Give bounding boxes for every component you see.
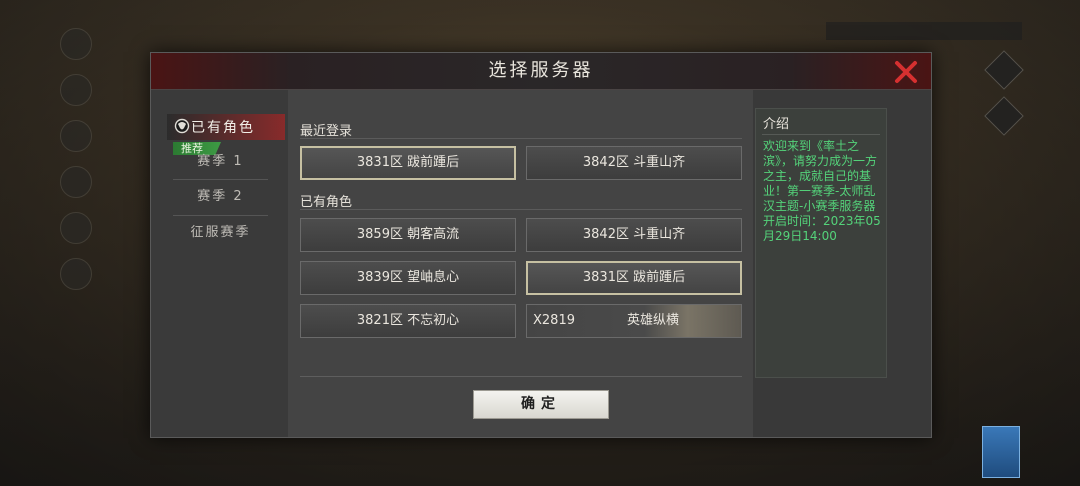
server-button-recent-1[interactable]: 3831区 跋前踵后 <box>300 146 516 180</box>
server-button-existing-3[interactable]: 3839区 望岫息心 <box>300 261 516 295</box>
existing-characters-section-label: 已有角色 <box>300 195 353 210</box>
close-x-icon <box>895 61 917 83</box>
server-button-existing-4[interactable]: 3831区 跋前踵后 <box>526 261 742 295</box>
server-button-recent-2[interactable]: 3842区 斗重山齐 <box>526 146 742 180</box>
server-button-special-x2819[interactable]: X2819 英雄纵横 <box>526 304 742 338</box>
background-menu-icon <box>60 120 92 152</box>
season-1-item[interactable]: 赛季 1 <box>173 145 268 179</box>
server-button-existing-5[interactable]: 3821区 不忘初心 <box>300 304 516 338</box>
background-blue-button <box>982 426 1020 478</box>
dialog-title: 选择服务器 <box>488 60 594 81</box>
character-head-icon <box>174 118 190 134</box>
background-menu-icon <box>60 258 92 290</box>
intro-panel: 介绍 欢迎来到《率土之滨》，请努力成为一方之主，成就自己的基业！第一赛季-太师乱… <box>755 108 887 378</box>
section-divider <box>300 209 742 210</box>
background-status-bar <box>826 22 1022 40</box>
close-button[interactable] <box>893 59 919 85</box>
special-server-id: X2819 <box>533 313 575 328</box>
confirm-button[interactable]: 确定 <box>473 390 609 419</box>
season-sidebar: 已有角色 推荐 赛季 1 赛季 2 征服赛季 <box>151 90 288 437</box>
background-menu-icon <box>60 74 92 106</box>
conquest-season-item[interactable]: 征服赛季 <box>173 216 268 250</box>
background-menu-icon <box>60 212 92 244</box>
background-menu-icon <box>60 28 92 60</box>
recent-login-label: 最近登录 <box>300 124 353 139</box>
intro-title: 介绍 <box>763 117 790 132</box>
background-menu-icon <box>60 166 92 198</box>
existing-characters-tab[interactable]: 已有角色 <box>167 114 285 140</box>
existing-characters-label: 已有角色 <box>191 120 255 136</box>
special-server-title: 英雄纵横 <box>627 313 680 328</box>
season-2-item[interactable]: 赛季 2 <box>173 180 268 214</box>
section-divider <box>300 138 742 139</box>
intro-divider <box>762 134 880 135</box>
server-button-existing-2[interactable]: 3842区 斗重山齐 <box>526 218 742 252</box>
server-button-existing-1[interactable]: 3859区 朝客高流 <box>300 218 516 252</box>
intro-text: 欢迎来到《率土之滨》，请努力成为一方之主，成就自己的基业！第一赛季-太师乱汉主题… <box>763 139 881 243</box>
server-list-panel: 最近登录 3831区 跋前踵后 3842区 斗重山齐 已有角色 3859区 朝客… <box>288 90 753 437</box>
server-select-dialog: 选择服务器 已有角色 推荐 赛季 1 赛季 2 征服赛季 最近登录 3831区 … <box>150 52 932 438</box>
footer-divider <box>300 376 742 377</box>
